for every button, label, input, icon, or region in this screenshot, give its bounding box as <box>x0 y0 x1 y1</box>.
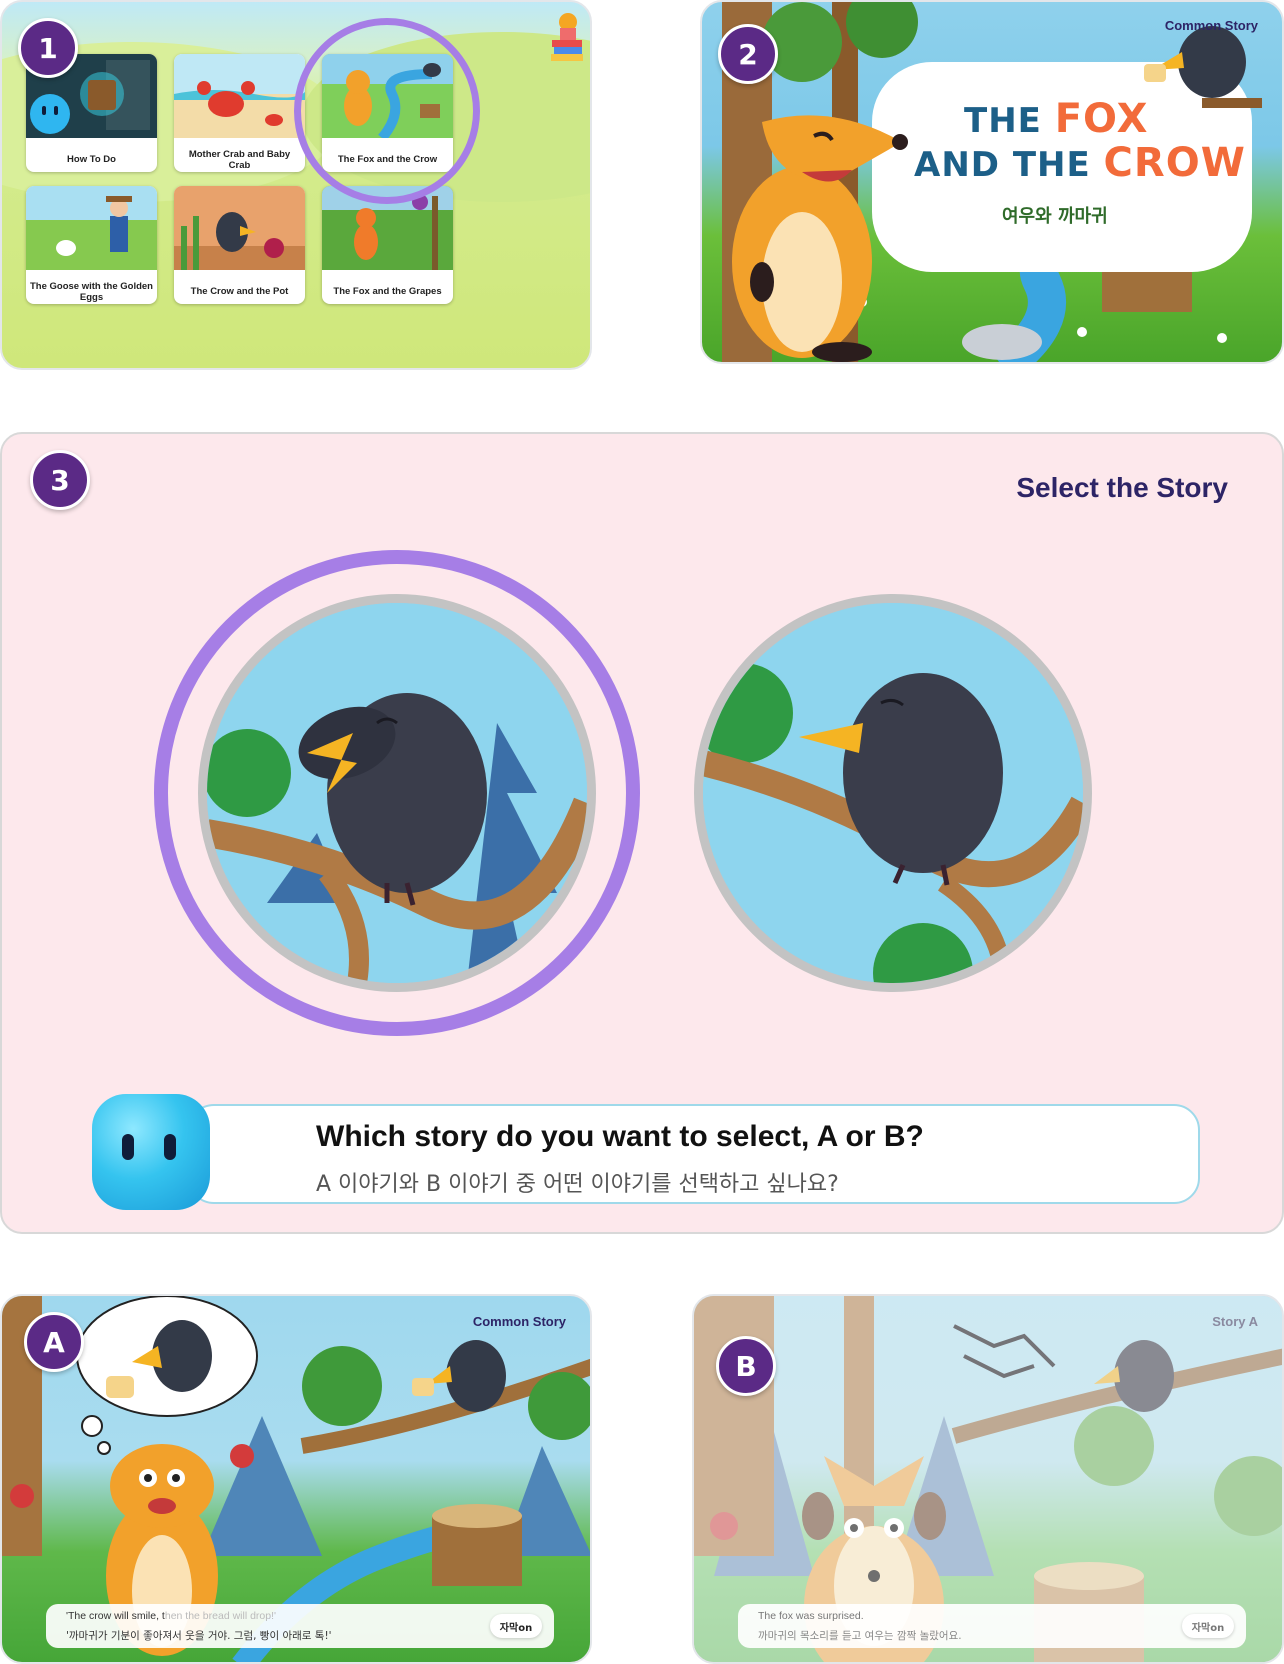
crow-singing-illustration <box>207 603 587 983</box>
crow-holding-bread-illustration <box>703 603 1083 983</box>
story-badge: B <box>716 1336 776 1396</box>
cover-title-line1: THE FOX <box>964 96 1148 142</box>
story-type-label: Story A <box>1212 1314 1258 1329</box>
story-card-crow-and-pot[interactable]: The Crow and the Pot <box>174 186 305 304</box>
story-card-caption: How To Do <box>67 154 116 166</box>
title-word: AND THE <box>914 145 1091 185</box>
story-cover-panel: 2 Common Story THE FOX AND THE CROW 여우와 … <box>700 0 1284 364</box>
subtitle-toggle-button[interactable]: 자막on <box>490 1614 542 1638</box>
reading-kid-icon <box>551 13 583 61</box>
title-word: FOX <box>1054 96 1149 142</box>
story-card-golden-goose[interactable]: The Goose with the Golden Eggs <box>26 186 157 304</box>
step-badge: 2 <box>718 24 778 84</box>
story-card-caption: The Goose with the Golden Eggs <box>30 280 153 303</box>
avatar-eye <box>164 1134 176 1160</box>
subtitle-bar: The fox was surprised. 까마귀의 목소리를 듣고 여우는 … <box>738 1604 1246 1648</box>
title-word: THE <box>964 101 1042 141</box>
select-story-panel: 3 Select the Story Which story do you wa… <box>0 432 1284 1234</box>
cover-subtitle-korean: 여우와 까마귀 <box>1002 206 1108 227</box>
subtitle-toggle-button[interactable]: 자막on <box>1182 1614 1234 1638</box>
page-heading: Select the Story <box>1016 472 1228 503</box>
crow-character <box>412 1340 506 1412</box>
story-card-mother-crab[interactable]: Mother Crab and Baby Crab <box>174 54 305 172</box>
selection-highlight-ring <box>294 18 480 204</box>
subtitle-english: 'The crow will smile, then the bread wil… <box>66 1610 276 1622</box>
fox-character <box>732 115 908 362</box>
mother-crab-thumbnail <box>174 54 305 138</box>
story-card-caption: The Crow and the Pot <box>190 286 289 298</box>
title-word: CROW <box>1103 140 1246 186</box>
story-choice-a[interactable] <box>198 594 596 992</box>
story-a-panel: A Common Story 'The crow will smile, the… <box>0 1294 592 1664</box>
story-menu-panel: 1 How To Do Mother Crab and Baby Crab Th… <box>0 0 592 370</box>
story-card-caption: Mother Crab and Baby Crab <box>188 148 291 171</box>
step-badge: 3 <box>30 450 90 510</box>
step-badge: 1 <box>18 18 78 78</box>
crow-character <box>1094 1340 1174 1412</box>
subtitle-korean: 까마귀의 목소리를 듣고 여우는 깜짝 놀랐어요. <box>758 1630 962 1642</box>
story-b-panel: B Story A The fox was surprised. 까마귀의 목소… <box>692 1294 1284 1664</box>
avatar-eye <box>122 1134 134 1160</box>
question-korean: A 이야기와 B 이야기 중 어떤 이야기를 선택하고 싶나요? <box>316 1172 839 1197</box>
subtitle-text: 'The crow will smile, t <box>66 1610 165 1622</box>
crow-and-pot-thumbnail <box>174 186 305 270</box>
story-badge: A <box>24 1312 84 1372</box>
story-choice-b[interactable] <box>694 594 1092 992</box>
narrator-blob-avatar <box>92 1094 210 1210</box>
subtitle-korean: '까마귀가 기분이 좋아져서 웃을 거야. 그럼, 빵이 아래로 톡!' <box>66 1630 332 1642</box>
narrator-dialog: Which story do you want to select, A or … <box>92 1094 1202 1210</box>
subtitle-bar: 'The crow will smile, then the bread wil… <box>46 1604 554 1648</box>
subtitle-english: The fox was surprised. <box>758 1610 864 1622</box>
story-type-label: Common Story <box>1164 18 1258 33</box>
cover-title-line2: AND THE CROW <box>914 140 1246 186</box>
golden-goose-thumbnail <box>26 186 157 270</box>
story-card-caption: The Fox and the Grapes <box>333 286 442 298</box>
subtitle-text-faded: hen the bread will drop!' <box>164 1610 277 1622</box>
story-type-label: Common Story <box>472 1314 566 1329</box>
question-english: Which story do you want to select, A or … <box>316 1120 924 1153</box>
